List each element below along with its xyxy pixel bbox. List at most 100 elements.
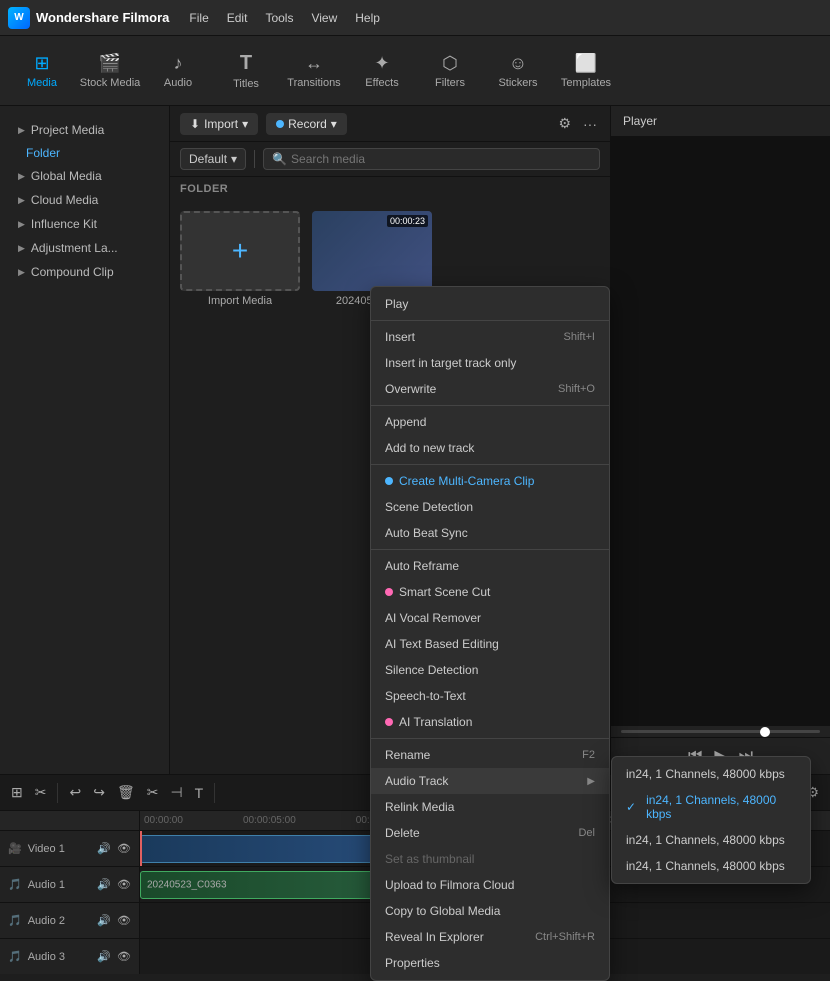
sidebar-item-project-media[interactable]: ▶ Project Media: [10, 118, 159, 142]
ctx-translation-wrap: AI Translation: [385, 715, 472, 729]
toolbar-transitions[interactable]: ↔ Transitions: [282, 41, 346, 101]
audio1-label: Audio 1: [28, 879, 92, 891]
chevron-icon: ▶: [18, 125, 25, 136]
submenu-item-1[interactable]: in24, 1 Channels, 48000 kbps: [612, 761, 810, 787]
ctx-rename[interactable]: Rename F2: [371, 742, 609, 768]
toolbar-stickers[interactable]: ☺ Stickers: [486, 41, 550, 101]
import-thumb: + Import Media: [180, 211, 300, 307]
ctx-copy-global[interactable]: Copy to Global Media: [371, 898, 609, 924]
submenu-item-3[interactable]: in24, 1 Channels, 48000 kbps: [612, 827, 810, 853]
submenu-item-4[interactable]: in24, 1 Channels, 48000 kbps: [612, 853, 810, 879]
import-media-box[interactable]: +: [180, 211, 300, 291]
ctx-ai-text[interactable]: AI Text Based Editing: [371, 631, 609, 657]
import-button[interactable]: ⬇ Import ▾: [180, 113, 258, 135]
submenu-item-2[interactable]: ✓ in24, 1 Channels, 48000 kbps: [612, 787, 810, 827]
player-slider-thumb[interactable]: [760, 727, 770, 737]
ctx-auto-beat-sync[interactable]: Auto Beat Sync: [371, 520, 609, 546]
ctx-auto-reframe[interactable]: Auto Reframe: [371, 553, 609, 579]
ctx-properties[interactable]: Properties: [371, 950, 609, 976]
ctx-silence-label: Silence Detection: [385, 663, 478, 677]
search-icon: 🔍: [272, 152, 287, 166]
ctx-upload-cloud[interactable]: Upload to Filmora Cloud: [371, 872, 609, 898]
ctx-speech-to-text[interactable]: Speech-to-Text: [371, 683, 609, 709]
tl-redo-button[interactable]: ↪: [90, 781, 108, 804]
sidebar-item-global-media[interactable]: ▶ Global Media: [10, 164, 159, 188]
media-toolbar-right: ⚙ ···: [555, 112, 600, 135]
toolbar-templates[interactable]: ⬜ Templates: [554, 41, 618, 101]
ctx-delete-label: Delete: [385, 826, 420, 840]
ctx-set-thumbnail: Set as thumbnail: [371, 846, 609, 872]
audio1-icon: 🎵: [8, 878, 22, 891]
audio1-clip-label: 20240523_C0363: [147, 880, 227, 891]
tl-add-track-button[interactable]: ⊞: [8, 781, 26, 804]
record-label: Record: [288, 117, 327, 131]
ctx-insert-target[interactable]: Insert in target track only: [371, 350, 609, 376]
transitions-icon: ↔: [305, 53, 323, 74]
ctx-properties-label: Properties: [385, 956, 440, 970]
default-dropdown[interactable]: Default ▾: [180, 148, 246, 170]
media-icon: ⊞: [34, 53, 49, 74]
sidebar-item-compound-clip[interactable]: ▶ Compound Clip: [10, 260, 159, 284]
ctx-delete[interactable]: Delete Del: [371, 820, 609, 846]
toolbar-filters[interactable]: ⬡ Filters: [418, 41, 482, 101]
ctx-relink-media[interactable]: Relink Media: [371, 794, 609, 820]
search-box[interactable]: 🔍: [263, 148, 600, 170]
tl-split-button[interactable]: ⊣: [167, 781, 185, 804]
audio3-label: Audio 3: [28, 951, 92, 963]
tl-undo-button[interactable]: ↩: [66, 781, 84, 804]
dropdown-chevron: ▾: [231, 152, 237, 166]
toolbar-audio[interactable]: ♪ Audio: [146, 41, 210, 101]
toolbar-effects[interactable]: ✦ Effects: [350, 41, 414, 101]
track-label-audio1: 🎵 Audio 1 🔊 👁: [0, 867, 139, 903]
sidebar-item-influence-kit[interactable]: ▶ Influence Kit: [10, 212, 159, 236]
ctx-play[interactable]: Play: [371, 291, 609, 317]
sidebar-section: ▶ Project Media Folder ▶ Global Media ▶ …: [0, 114, 169, 288]
tl-cut-button[interactable]: ✂: [144, 781, 162, 804]
effects-icon: ✦: [374, 53, 389, 74]
menu-edit[interactable]: Edit: [227, 11, 248, 25]
sidebar-item-adjustment[interactable]: ▶ Adjustment La...: [10, 236, 159, 260]
ctx-silence-detection[interactable]: Silence Detection: [371, 657, 609, 683]
sidebar-item-cloud-media[interactable]: ▶ Cloud Media: [10, 188, 159, 212]
player-slider-track[interactable]: [621, 730, 820, 733]
menu-file[interactable]: File: [189, 11, 208, 25]
filter-divider: [254, 150, 255, 168]
ctx-audio-track[interactable]: Audio Track ▶: [371, 768, 609, 794]
player-panel: Player ⏮ ▶ ⏭: [610, 106, 830, 774]
templates-icon: ⬜: [575, 53, 597, 74]
ctx-ai-vocal[interactable]: AI Vocal Remover: [371, 605, 609, 631]
ctx-append[interactable]: Append: [371, 409, 609, 435]
audio3-vol-icon: 🔊: [97, 950, 111, 963]
search-input[interactable]: [291, 152, 591, 166]
menu-help[interactable]: Help: [355, 11, 380, 25]
filter-icon-button[interactable]: ⚙: [555, 112, 574, 135]
ctx-scene-det-label: Scene Detection: [385, 500, 473, 514]
ctx-insert[interactable]: Insert Shift+I: [371, 324, 609, 350]
ctx-scene-detection[interactable]: Scene Detection: [371, 494, 609, 520]
add-icon: +: [232, 235, 248, 267]
toolbar-media-label: Media: [27, 77, 57, 89]
ctx-add-new-track[interactable]: Add to new track: [371, 435, 609, 461]
ctx-smart-scene-cut[interactable]: Smart Scene Cut: [371, 579, 609, 605]
sidebar-folder[interactable]: Folder: [10, 142, 159, 164]
record-button[interactable]: Record ▾: [266, 113, 347, 135]
clip1-box[interactable]: 00:00:23: [312, 211, 432, 291]
ctx-translation-label: AI Translation: [399, 715, 472, 729]
toolbar-media[interactable]: ⊞ Media: [10, 41, 74, 101]
ctx-overwrite[interactable]: Overwrite Shift+O: [371, 376, 609, 402]
ctx-overwrite-label: Overwrite: [385, 382, 436, 396]
menu-view[interactable]: View: [311, 11, 337, 25]
toolbar-stock-media[interactable]: 🎬 Stock Media: [78, 41, 142, 101]
tl-delete-button[interactable]: 🗑: [114, 781, 138, 804]
tl-text-button[interactable]: T: [192, 782, 207, 804]
ctx-reveal-explorer[interactable]: Reveal In Explorer Ctrl+Shift+R: [371, 924, 609, 950]
ctx-ai-translation[interactable]: AI Translation: [371, 709, 609, 735]
toolbar-titles[interactable]: T Titles: [214, 41, 278, 101]
tl-sep1: [57, 783, 58, 803]
toolbar: ⊞ Media 🎬 Stock Media ♪ Audio T Titles ↔…: [0, 36, 830, 106]
ctx-create-multicam[interactable]: Create Multi-Camera Clip: [371, 468, 609, 494]
more-options-button[interactable]: ···: [580, 112, 600, 135]
ctx-reveal-shortcut: Ctrl+Shift+R: [535, 931, 595, 943]
tl-razor-button[interactable]: ✂: [32, 781, 50, 804]
menu-tools[interactable]: Tools: [265, 11, 293, 25]
